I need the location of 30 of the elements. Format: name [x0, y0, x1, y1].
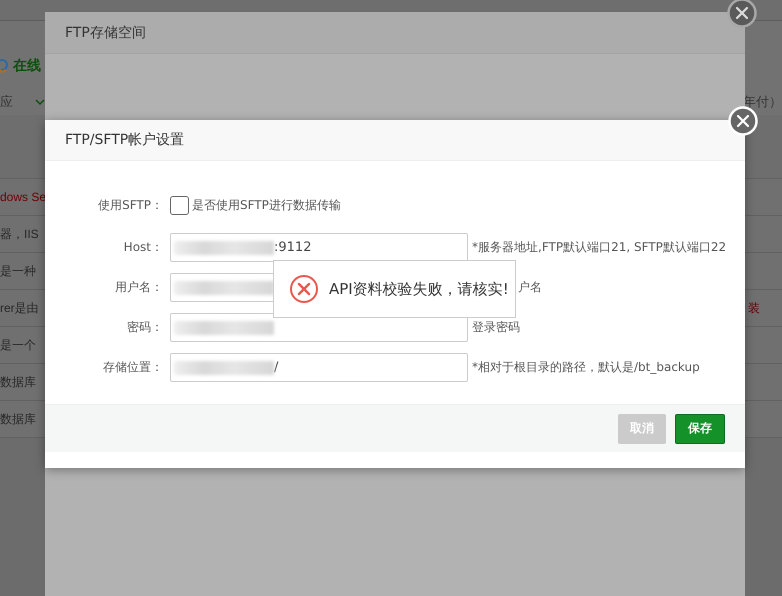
- save-button[interactable]: 保存: [675, 414, 725, 444]
- row-description: 是一种: [0, 262, 36, 280]
- field-label: 密码：: [126, 319, 163, 336]
- field-hint: 户名: [518, 279, 542, 296]
- sftp-checkbox[interactable]: [170, 196, 189, 214]
- row-description: 器，IIS: [0, 226, 39, 242]
- row-description: 是一个: [0, 336, 36, 354]
- menu-label[interactable]: 应: [0, 93, 13, 111]
- field-label: 存储位置：: [102, 359, 163, 376]
- field-hint: *服务器地址,FTP默认端口21, SFTP默认端口22: [472, 239, 726, 256]
- dialog-title: FTP存储空间: [65, 24, 146, 42]
- close-icon[interactable]: [727, 0, 757, 28]
- row-link[interactable]: dows Se: [0, 190, 46, 204]
- row-description: 数据库: [0, 374, 36, 390]
- row-description: 数据库: [0, 410, 36, 428]
- field-hint: 登录密码: [472, 319, 520, 336]
- section-title: 在线: [13, 57, 41, 75]
- field-label: 用户名：: [114, 279, 163, 296]
- dialog-title: FTP/SFTP帐户设置: [65, 131, 184, 149]
- app-icon: [0, 59, 9, 73]
- row-description: rer是由: [0, 300, 39, 316]
- install-link[interactable]: 装: [748, 300, 760, 316]
- input-field[interactable]: /: [170, 353, 468, 382]
- field-label: Host：: [122, 239, 163, 256]
- error-icon: [289, 274, 319, 304]
- field-hint: *相对于根目录的路径，默认是/bt_backup: [472, 359, 700, 376]
- checkbox-caption: 是否使用SFTP进行数据传输: [192, 196, 341, 214]
- field-label: 使用SFTP：: [97, 196, 163, 214]
- input-field[interactable]: :9112: [170, 233, 468, 262]
- error-message: API资料校验失败，请核实!: [329, 280, 509, 298]
